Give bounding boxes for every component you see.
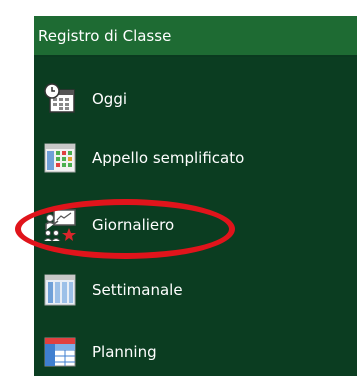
menu-item-settimanale[interactable]: Settimanale	[34, 264, 357, 316]
attendance-grid-icon	[40, 138, 80, 178]
menu-item-label: Planning	[92, 343, 157, 361]
menu-item-planning[interactable]: Planning	[34, 326, 357, 378]
planning-table-icon	[40, 332, 80, 372]
menu-item-label: Oggi	[92, 90, 128, 108]
teacher-board-icon	[40, 205, 80, 245]
menu-title: Registro di Classe	[38, 26, 172, 45]
menu-item-label: Giornaliero	[92, 216, 175, 234]
menu-header: Registro di Classe	[34, 16, 357, 57]
menu-item-appello-semplificato[interactable]: Appello semplificato	[34, 132, 357, 184]
menu-item-label: Appello semplificato	[92, 149, 245, 167]
menu-item-label: Settimanale	[92, 281, 183, 299]
menu-item-oggi[interactable]: Oggi	[34, 73, 357, 125]
calendar-clock-icon	[40, 79, 80, 119]
weekly-columns-icon	[40, 270, 80, 310]
class-register-menu: Registro di Classe Oggi Appello semplifi…	[34, 16, 357, 376]
menu-item-giornaliero[interactable]: Giornaliero	[34, 199, 357, 251]
